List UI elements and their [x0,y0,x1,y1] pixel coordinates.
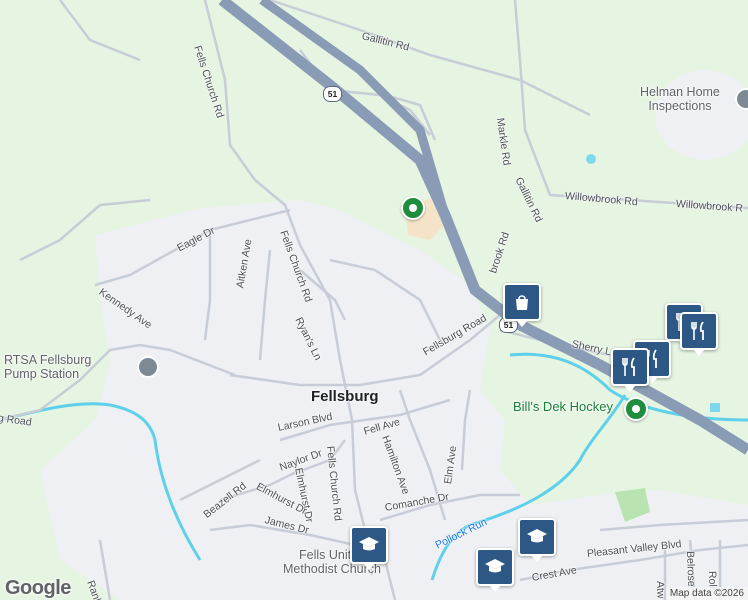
pond-2 [710,403,720,412]
label-atw: Atw [654,580,667,599]
route-51-shield-north: 51 [323,86,342,102]
fork-knife-icon [622,357,635,376]
school-marker-church[interactable] [350,526,388,570]
map-canvas[interactable]: Fells Church Rd Gallitin Rd Markle Rd Ga… [0,0,748,600]
graduation-cap-icon [485,559,505,573]
map-attribution[interactable]: Map data ©2026 [665,587,748,600]
pond [586,154,596,164]
restaurant-marker-4[interactable] [611,348,649,392]
helman-area [655,70,748,160]
shopping-bag-icon [516,295,528,310]
restaurant-marker-2[interactable] [680,312,718,356]
shopping-bag-marker[interactable] [503,283,541,327]
graduation-cap-icon [527,529,547,543]
place-pin-icon[interactable] [401,196,425,220]
label-belrose: Belrose [684,550,698,587]
place-bills-dek-hockey[interactable]: Bill's Dek Hockey [513,399,613,414]
school-marker-2[interactable] [518,518,556,562]
graduation-cap-icon [359,537,379,551]
place-rtsa-line2: Pump Station [4,367,80,381]
place-rtsa-fellsburg-pump-station[interactable]: RTSA Fellsburg Pump Station [4,353,91,381]
town-label-fellsburg: Fellsburg [311,388,379,405]
place-rtsa-line1: RTSA Fellsburg [4,353,92,367]
school-marker-3[interactable] [476,548,514,592]
bills-dek-hockey-pin-icon[interactable] [624,397,648,421]
place-helman-line1: Helman Home [640,85,720,99]
fork-knife-icon [691,321,704,340]
place-helman-home-inspections[interactable]: Helman Home Inspections [640,85,720,113]
google-logo[interactable]: Google [5,577,71,600]
civic-building-icon[interactable] [137,356,159,378]
place-helman-line2: Inspections [648,99,712,113]
